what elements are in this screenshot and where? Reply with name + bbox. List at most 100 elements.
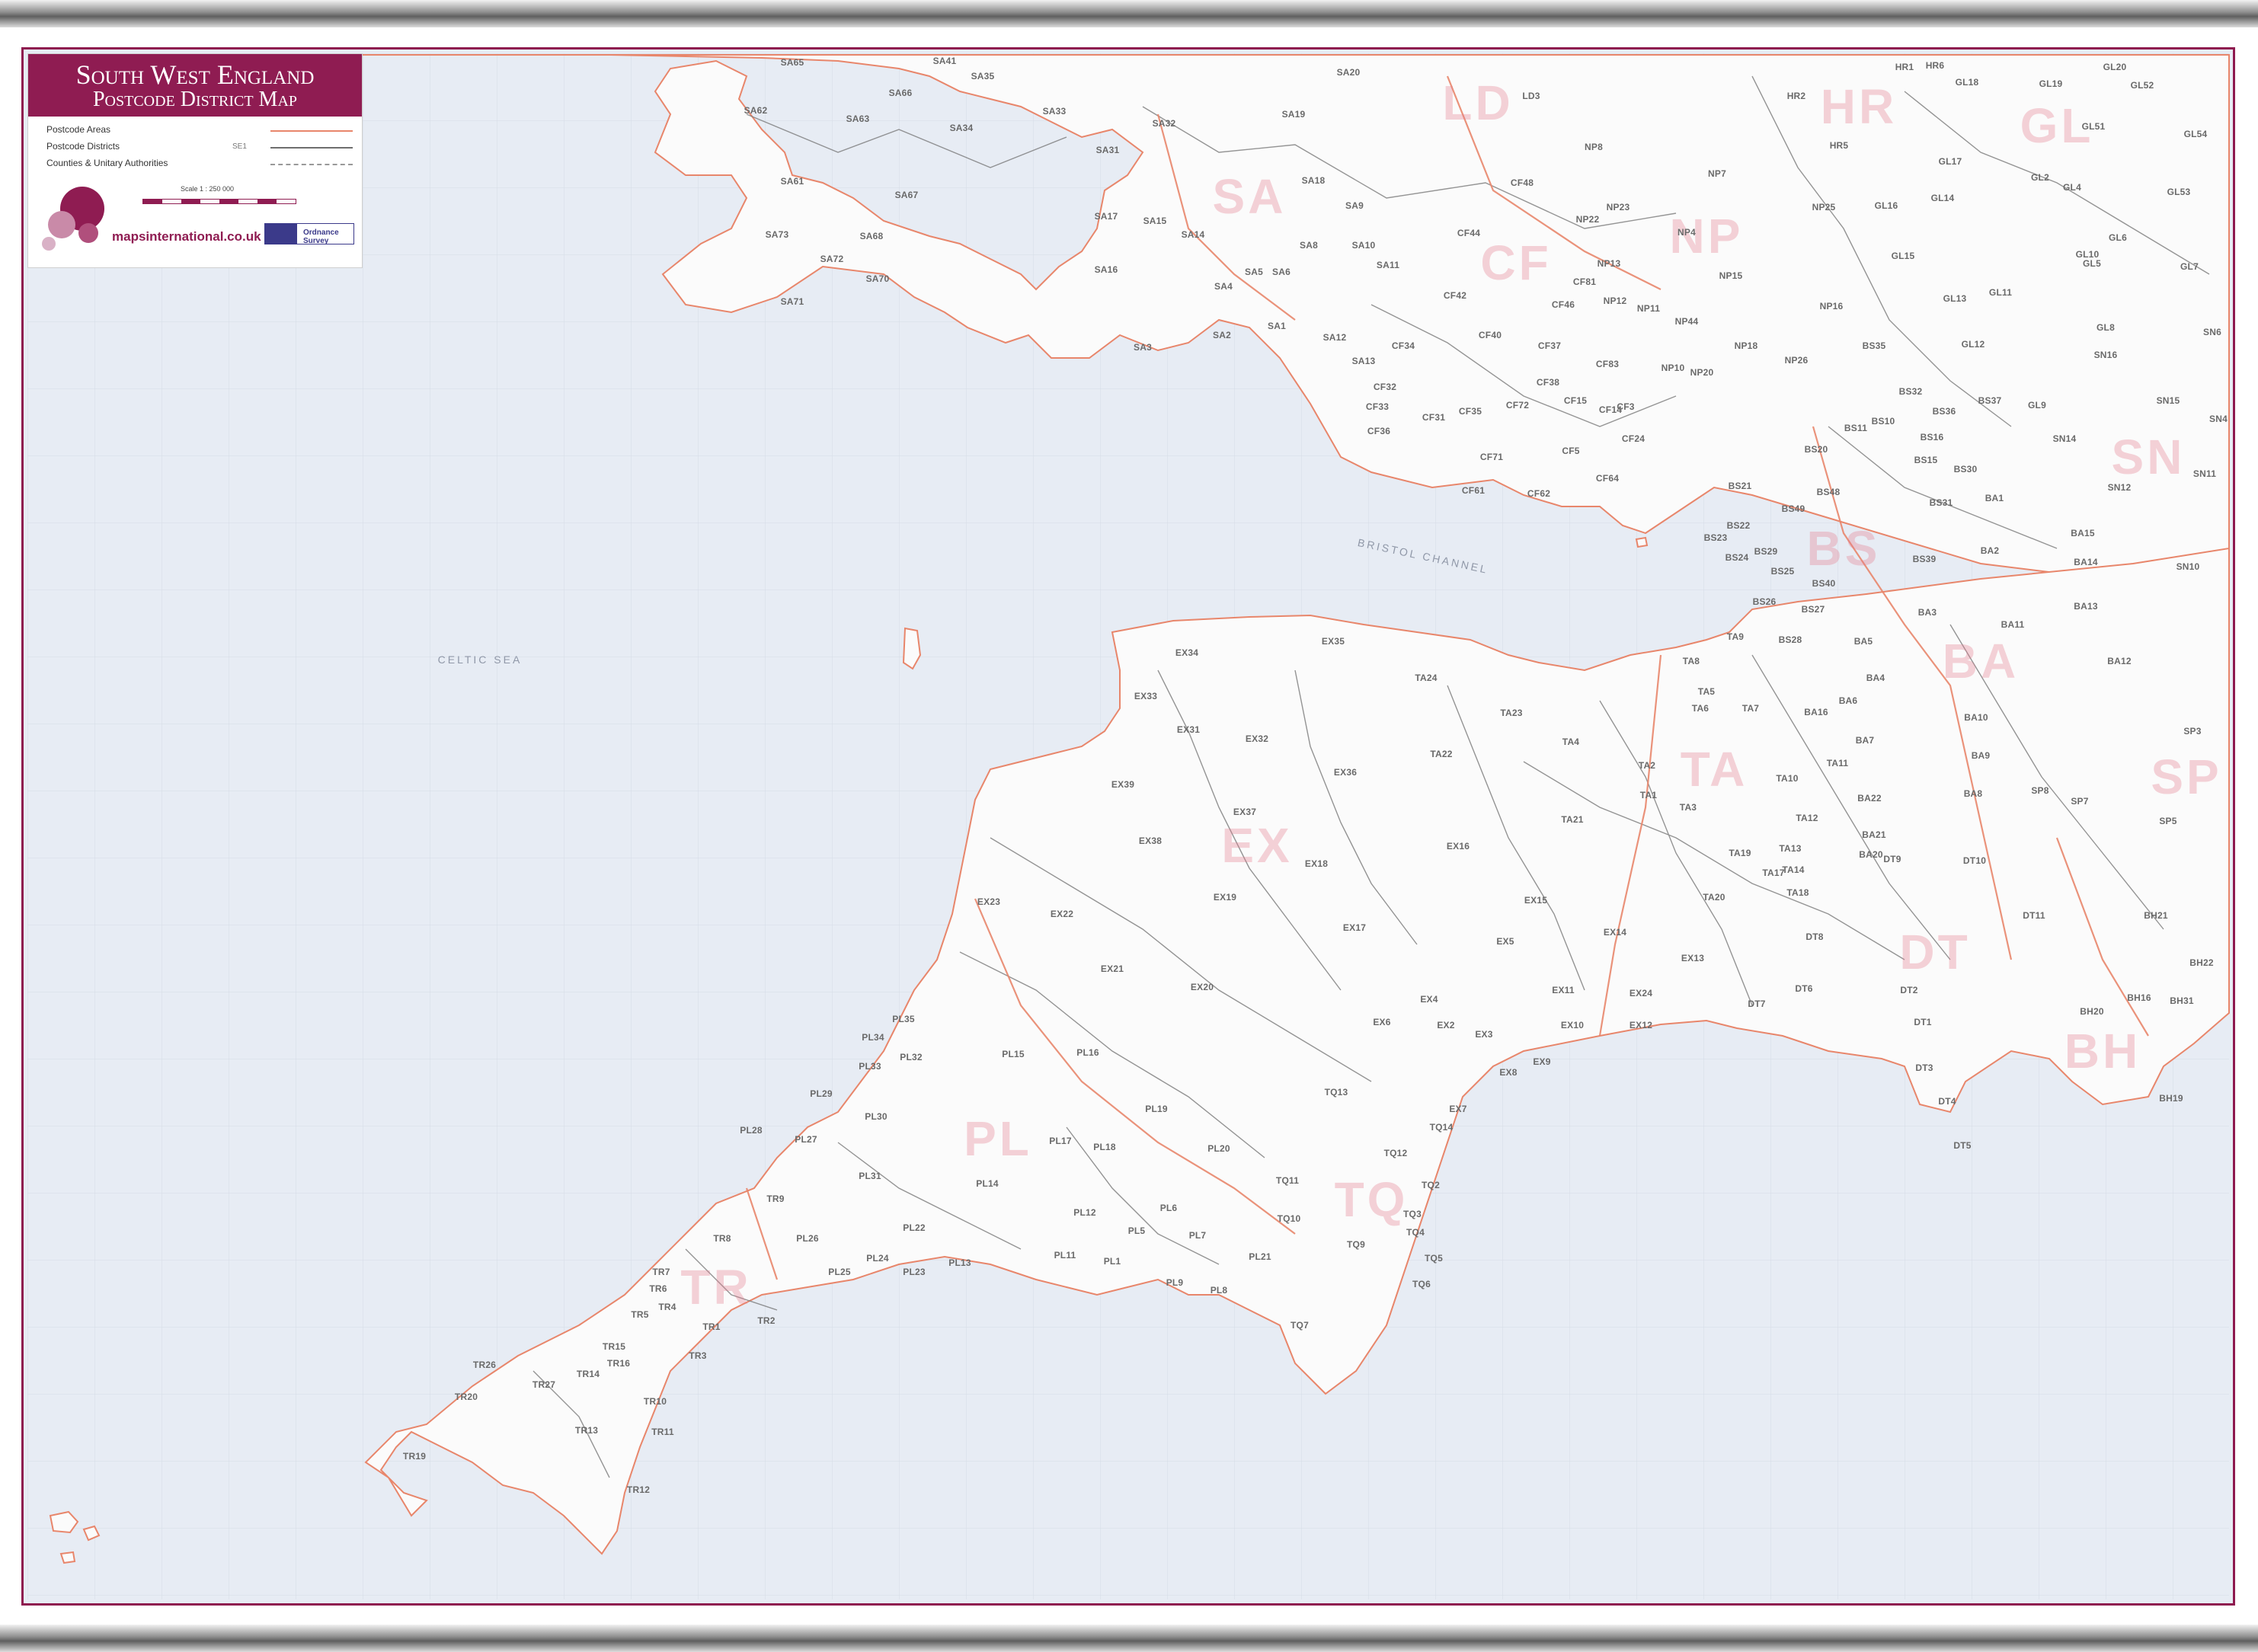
district-label-pl29: PL29: [810, 1088, 833, 1099]
district-label-ex38: EX38: [1138, 836, 1163, 846]
district-label-ex12: EX12: [1629, 1020, 1653, 1031]
district-label-cf33: CF33: [1365, 401, 1390, 412]
area-label-sa: SA: [1212, 169, 1287, 224]
district-label-pl11: PL11: [1054, 1250, 1076, 1261]
district-label-pl34: PL34: [862, 1032, 884, 1043]
brand-logo-dot-icon: [48, 211, 75, 238]
district-label-hr5: HR5: [1829, 140, 1849, 151]
district-label-dt6: DT6: [1795, 983, 1813, 994]
district-label-sa41: SA41: [932, 56, 957, 66]
district-label-np23: NP23: [1606, 202, 1630, 212]
district-label-tq10: TQ10: [1277, 1213, 1301, 1224]
district-label-cf71: CF71: [1479, 452, 1504, 462]
legend-line-county: [270, 164, 353, 165]
district-label-tr26: TR26: [472, 1360, 497, 1370]
district-label-bs15: BS15: [1914, 455, 1938, 465]
district-label-bs24: BS24: [1725, 552, 1749, 563]
district-label-sp7: SP7: [2071, 796, 2089, 807]
district-label-ex17: EX17: [1342, 922, 1367, 933]
district-label-sa70: SA70: [865, 273, 890, 284]
district-label-gl9: GL9: [2028, 400, 2046, 411]
district-label-sa6: SA6: [1272, 267, 1291, 277]
district-label-gl17: GL17: [1938, 156, 1962, 167]
district-label-cf81: CF81: [1572, 276, 1597, 287]
ordnance-survey-logo-icon: [265, 224, 297, 244]
district-label-bs37: BS37: [1978, 395, 2002, 406]
district-label-ex37: EX37: [1233, 807, 1257, 817]
district-label-pl8: PL8: [1210, 1285, 1228, 1296]
district-label-ex5: EX5: [1496, 936, 1514, 947]
district-label-ex4: EX4: [1420, 994, 1438, 1005]
district-label-ta9: TA9: [1726, 631, 1745, 642]
district-label-bs22: BS22: [1726, 520, 1751, 531]
district-label-dt8: DT8: [1805, 931, 1824, 942]
district-label-ba12: BA12: [2107, 656, 2132, 666]
district-label-cf34: CF34: [1391, 340, 1415, 351]
district-label-tr12: TR12: [626, 1484, 651, 1495]
district-label-tr13: TR13: [574, 1425, 599, 1436]
district-label-bs40: BS40: [1812, 578, 1836, 589]
district-label-sa63: SA63: [846, 113, 870, 124]
district-label-ex11: EX11: [1552, 985, 1575, 995]
district-label-sa13: SA13: [1351, 356, 1376, 366]
sea-label-celtic: CELTIC SEA: [437, 653, 523, 666]
district-label-tq11: TQ11: [1275, 1175, 1300, 1186]
district-label-sa8: SA8: [1300, 240, 1318, 251]
district-label-pl32: PL32: [900, 1052, 923, 1062]
district-label-cf40: CF40: [1478, 330, 1502, 340]
district-label-tq6: TQ6: [1412, 1279, 1431, 1289]
district-label-cf62: CF62: [1527, 488, 1551, 499]
district-label-sa73: SA73: [765, 229, 789, 240]
district-label-ex32: EX32: [1245, 733, 1269, 744]
district-label-sa61: SA61: [780, 176, 804, 187]
district-label-ta7: TA7: [1741, 703, 1760, 714]
district-label-dt4: DT4: [1938, 1096, 1956, 1107]
district-label-ex15: EX15: [1524, 895, 1548, 906]
district-label-ba21: BA21: [1862, 829, 1886, 840]
district-label-np4: NP4: [1678, 227, 1696, 238]
district-label-dt7: DT7: [1748, 999, 1766, 1009]
district-label-gl51: GL51: [2081, 121, 2106, 132]
district-label-sa1: SA1: [1268, 321, 1286, 331]
district-label-dt9: DT9: [1883, 854, 1901, 864]
district-label-gl19: GL19: [2039, 78, 2063, 89]
district-label-sa20: SA20: [1336, 67, 1361, 78]
district-label-ta14: TA14: [1782, 864, 1805, 875]
district-label-ta11: TA11: [1826, 758, 1849, 768]
district-label-sa65: SA65: [780, 57, 804, 68]
district-label-ex13: EX13: [1681, 953, 1705, 963]
district-label-ta17: TA17: [1762, 868, 1785, 878]
district-label-pl27: PL27: [795, 1134, 817, 1145]
district-label-bs39: BS39: [1912, 554, 1937, 564]
district-label-cf72: CF72: [1505, 400, 1530, 411]
district-label-tq13: TQ13: [1324, 1087, 1348, 1098]
district-label-ex33: EX33: [1134, 691, 1158, 701]
district-label-ta12: TA12: [1796, 813, 1818, 823]
district-label-ba7: BA7: [1855, 735, 1875, 746]
area-label-bs: BS: [1806, 521, 1881, 576]
district-label-pl1: PL1: [1103, 1256, 1121, 1267]
district-label-cf36: CF36: [1367, 426, 1391, 436]
district-label-hr6: HR6: [1925, 60, 1945, 71]
district-label-cf46: CF46: [1551, 299, 1575, 310]
district-label-sa15: SA15: [1143, 216, 1167, 226]
title-band: South West England Postcode District Map: [28, 54, 362, 117]
district-label-tr1: TR1: [702, 1321, 721, 1332]
district-label-gl53: GL53: [2167, 187, 2191, 197]
district-label-np44: NP44: [1674, 316, 1699, 327]
district-label-sa19: SA19: [1281, 109, 1306, 120]
area-label-sn: SN: [2111, 430, 2186, 484]
brand-name[interactable]: mapsinternational.co.uk: [112, 229, 261, 244]
district-label-tr7: TR7: [652, 1267, 670, 1277]
district-label-sa5: SA5: [1245, 267, 1263, 277]
district-label-gl18: GL18: [1955, 77, 1979, 88]
district-label-sa66: SA66: [888, 88, 913, 98]
district-label-bs21: BS21: [1728, 481, 1752, 491]
map-title: South West England: [75, 59, 315, 90]
district-label-bs23: BS23: [1703, 532, 1728, 543]
district-label-tr11: TR11: [651, 1427, 674, 1437]
district-label-ba9: BA9: [1971, 750, 1991, 761]
district-label-ba5: BA5: [1853, 636, 1873, 647]
district-label-ba14: BA14: [2074, 557, 2098, 567]
district-label-ta19: TA19: [1729, 848, 1751, 858]
